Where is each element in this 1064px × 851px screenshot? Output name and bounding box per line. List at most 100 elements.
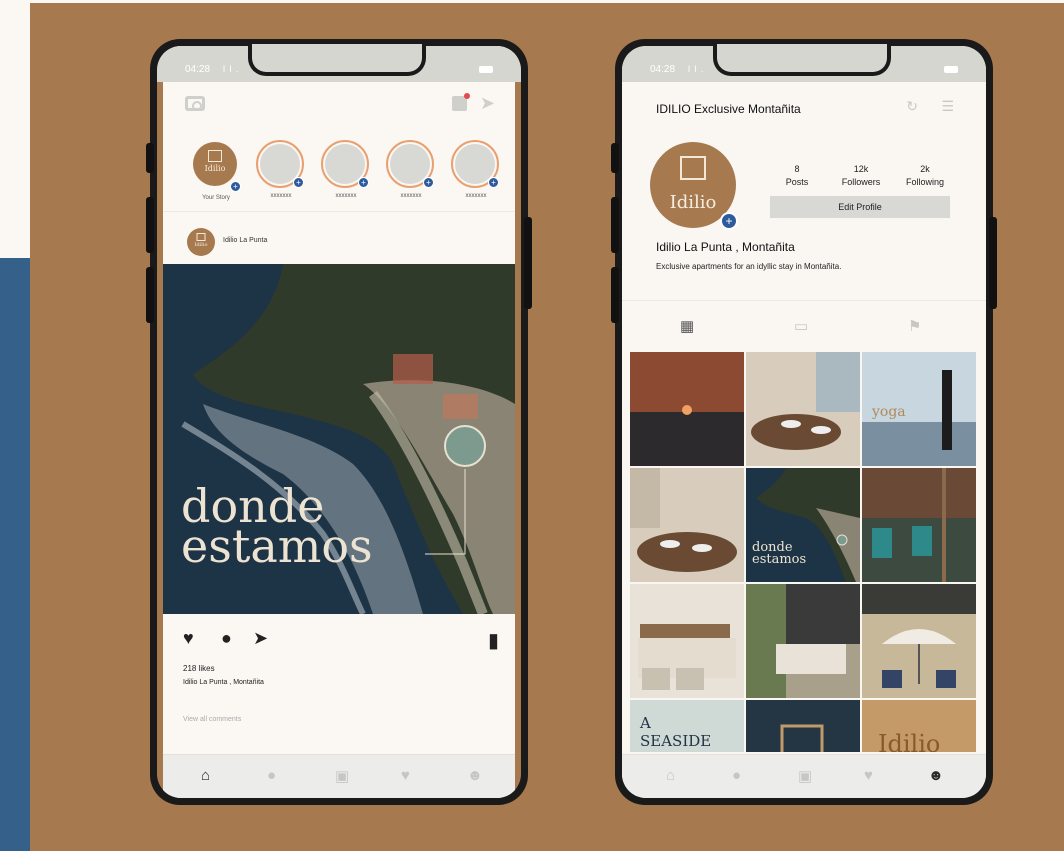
story-item[interactable]: + xxxxxxx bbox=[386, 140, 436, 199]
side-button bbox=[146, 197, 154, 253]
left-blue-block bbox=[0, 258, 30, 851]
bottom-nav: ⌂ ● ▣ ♥ ☻ bbox=[622, 754, 986, 798]
power-button bbox=[989, 217, 997, 309]
tv-icon[interactable]: ▭ bbox=[794, 317, 808, 335]
grid-icon[interactable]: ▦ bbox=[680, 317, 694, 335]
side-button bbox=[611, 143, 619, 173]
side-button bbox=[611, 267, 619, 323]
map-tile-title: donde estamos bbox=[752, 540, 807, 567]
idilio-wordmark: Idilio bbox=[878, 730, 941, 752]
story-item[interactable]: + xxxxxxx bbox=[321, 140, 371, 199]
search-icon[interactable]: ● bbox=[267, 767, 276, 784]
post-avatar[interactable]: Idilio bbox=[187, 228, 215, 256]
heart-icon[interactable]: ♥ bbox=[864, 767, 873, 784]
feed-content: ➤ Idilio + Your Story + xxxxxxx + xxxxxx… bbox=[163, 46, 515, 798]
home-icon[interactable]: ⌂ bbox=[666, 767, 675, 784]
story-label: Your Story bbox=[202, 195, 230, 201]
post-header: Idilio Idilio La Punta bbox=[163, 222, 515, 262]
view-comments-link[interactable]: View all comments bbox=[183, 716, 241, 723]
post-image[interactable]: donde estamos bbox=[163, 264, 515, 614]
grid-post-dining[interactable] bbox=[746, 352, 860, 466]
camera-icon[interactable] bbox=[185, 96, 205, 111]
battery-icon bbox=[479, 66, 493, 73]
profile-icon[interactable]: ☻ bbox=[928, 767, 944, 784]
add-icon: + bbox=[488, 177, 499, 188]
bio-text: Exclusive apartments for an idyllic stay… bbox=[656, 262, 842, 271]
post-image-title: donde estamos bbox=[181, 479, 373, 573]
phone-feed: ➤ Idilio + Your Story + xxxxxxx + xxxxxx… bbox=[146, 39, 532, 805]
share-icon[interactable]: ➤ bbox=[253, 628, 268, 649]
signal-icon: l l . bbox=[223, 64, 240, 74]
grid-post-seaside[interactable]: A SEASIDE bbox=[630, 700, 744, 752]
profile-screen: 04:28 l l . IDILIO Exclusive Montañita ↻… bbox=[622, 46, 986, 798]
grid-post-bedroom[interactable] bbox=[630, 584, 744, 698]
battery-icon bbox=[944, 66, 958, 73]
story-item[interactable]: + xxxxxxx bbox=[451, 140, 501, 199]
grid-post-logo-tan[interactable]: Idilio bbox=[862, 700, 976, 752]
side-button bbox=[146, 143, 154, 173]
bio-name: Idilio La Punta , Montañita bbox=[656, 240, 795, 254]
add-icon[interactable]: + bbox=[720, 212, 738, 230]
stat-following[interactable]: 2k Following bbox=[900, 164, 950, 187]
feed-screen: ➤ Idilio + Your Story + xxxxxxx + xxxxxx… bbox=[157, 46, 521, 798]
grid-post-terrace[interactable] bbox=[862, 584, 976, 698]
phone-profile: 04:28 l l . IDILIO Exclusive Montañita ↻… bbox=[611, 39, 997, 805]
bookmark-icon[interactable]: ▮ bbox=[488, 628, 499, 653]
stories-bar: Idilio + Your Story + xxxxxxx + xxxxxxx … bbox=[163, 132, 515, 212]
profile-username: IDILIO Exclusive Montañita bbox=[656, 102, 801, 116]
grid-post-restaurant[interactable] bbox=[862, 468, 976, 582]
story-label: xxxxxxx bbox=[335, 193, 357, 199]
menu-icon[interactable]: ☰ bbox=[941, 98, 954, 115]
status-time: 04:28 bbox=[650, 64, 676, 75]
home-icon[interactable]: ⌂ bbox=[201, 767, 210, 784]
heart-icon[interactable]: ♥ bbox=[183, 628, 194, 649]
add-icon: + bbox=[293, 177, 304, 188]
profile-tabs: ▦ ▭ ⚑ bbox=[622, 300, 986, 350]
power-button bbox=[524, 217, 532, 309]
profile-avatar[interactable]: Idilio + bbox=[650, 142, 738, 230]
grid-post-dining-2[interactable] bbox=[630, 468, 744, 582]
grid-post-yoga[interactable]: yoga bbox=[862, 352, 976, 466]
grid-post-lounge[interactable] bbox=[746, 584, 860, 698]
send-icon[interactable]: ➤ bbox=[480, 93, 495, 114]
tagged-icon[interactable]: ⚑ bbox=[908, 317, 921, 335]
add-icon: + bbox=[358, 177, 369, 188]
side-button bbox=[611, 197, 619, 253]
edit-profile-button[interactable]: Edit Profile bbox=[770, 196, 950, 218]
side-button bbox=[146, 267, 154, 323]
history-icon[interactable]: ↻ bbox=[906, 98, 918, 115]
grid-post-map[interactable]: donde estamos bbox=[746, 468, 860, 582]
stat-posts[interactable]: 8 Posts bbox=[782, 164, 812, 187]
location-pin-icon bbox=[444, 425, 486, 467]
seaside-title: A SEASIDE bbox=[640, 714, 712, 750]
stat-followers[interactable]: 12k Followers bbox=[836, 164, 886, 187]
yoga-text: yoga bbox=[872, 404, 906, 420]
grid-post-logo-dark[interactable] bbox=[746, 700, 860, 752]
add-icon[interactable]: ▣ bbox=[798, 767, 812, 785]
add-icon[interactable]: ▣ bbox=[335, 767, 349, 785]
signal-icon: l l . bbox=[688, 64, 705, 74]
story-label: xxxxxxx bbox=[400, 193, 422, 199]
phone-notch bbox=[248, 44, 426, 76]
add-icon: + bbox=[423, 177, 434, 188]
bottom-nav: ⌂ ● ▣ ♥ ☻ bbox=[163, 754, 515, 798]
likes-count[interactable]: 218 likes bbox=[183, 664, 215, 673]
comment-icon[interactable]: ● bbox=[221, 628, 232, 649]
grid-post-sunset[interactable] bbox=[630, 352, 744, 466]
search-icon[interactable]: ● bbox=[732, 767, 741, 784]
story-label: xxxxxxx bbox=[465, 193, 487, 199]
story-item-own[interactable]: Idilio + Your Story bbox=[191, 140, 241, 201]
idilio-logo: Idilio bbox=[193, 142, 237, 186]
story-label: xxxxxxx bbox=[270, 193, 292, 199]
profile-icon[interactable]: ☻ bbox=[467, 767, 483, 784]
igtv-icon[interactable] bbox=[452, 93, 470, 111]
add-story-icon: + bbox=[230, 181, 241, 192]
post-caption: Idilio La Punta , Montañita bbox=[183, 679, 264, 686]
feed-top-bar: ➤ bbox=[163, 90, 515, 130]
heart-icon[interactable]: ♥ bbox=[401, 767, 410, 784]
phone-notch bbox=[713, 44, 891, 76]
status-time: 04:28 bbox=[185, 64, 211, 75]
post-account-name[interactable]: Idilio La Punta bbox=[223, 237, 267, 244]
story-item[interactable]: + xxxxxxx bbox=[256, 140, 306, 199]
post-actions-bar: ♥ ● ➤ ▮ bbox=[163, 626, 515, 656]
